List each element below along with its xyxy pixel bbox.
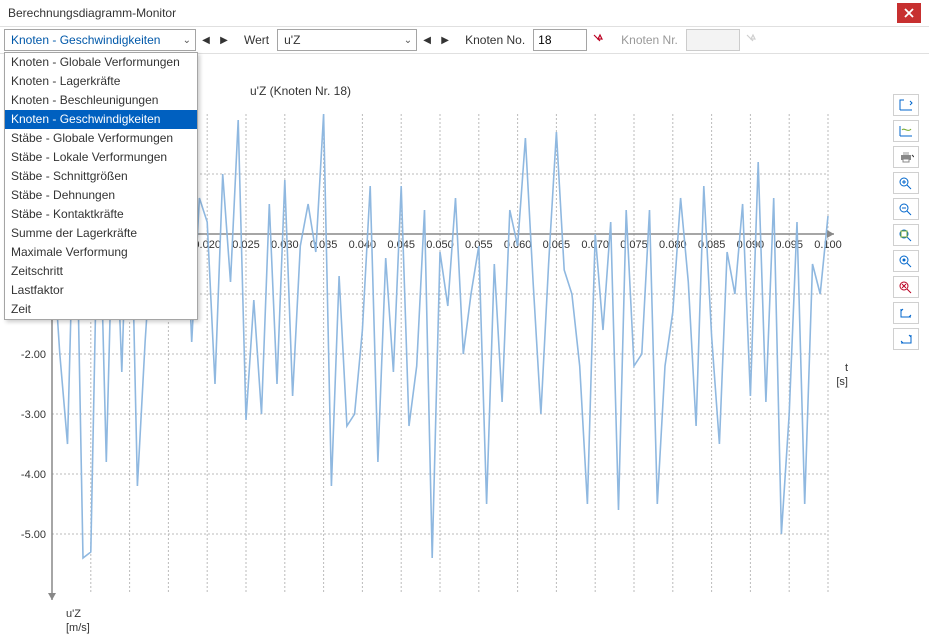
svg-text:0.025: 0.025 [232,239,260,251]
category-menu-item[interactable]: Knoten - Beschleunigungen [5,91,197,110]
svg-text:-2.00: -2.00 [21,349,46,361]
category-menu-item[interactable]: Knoten - Globale Verformungen [5,53,197,72]
node-no-label: Knoten No. [455,33,531,47]
category-menu-item[interactable]: Stäbe - Lokale Verformungen [5,148,197,167]
category-menu-item[interactable]: Lastfaktor [5,281,197,300]
value-label: Wert [234,33,275,47]
window-title: Berechnungsdiagramm-Monitor [8,6,176,20]
chart-tool-strip [893,94,923,350]
clear-button[interactable] [893,276,919,298]
zoom-in-button[interactable] [893,172,919,194]
svg-text:0.095: 0.095 [775,239,803,251]
chevron-down-icon: ⌄ [404,35,412,46]
category-menu-item[interactable]: Summe der Lagerkräfte [5,224,197,243]
category-menu-item[interactable]: Knoten - Lagerkräfte [5,72,197,91]
value-prev-button[interactable]: ◀ [419,29,435,51]
category-menu-item[interactable]: Stäbe - Schnittgrößen [5,167,197,186]
fit-x-button[interactable] [893,120,919,142]
svg-text:0.100: 0.100 [814,239,842,251]
svg-text:-5.00: -5.00 [21,529,46,541]
category-next-button[interactable]: ▶ [216,29,232,51]
value-dropdown[interactable]: u'Z ⌄ [277,29,417,51]
category-menu-item[interactable]: Knoten - Geschwindigkeiten [5,110,197,129]
value-next-button[interactable]: ▶ [437,29,453,51]
y-axis-label: u'Z [66,608,81,620]
print-button[interactable] [893,146,919,168]
category-dropdown-value: Knoten - Geschwindigkeiten [11,33,160,47]
zoom-out-button[interactable] [893,198,919,220]
chart-title: u'Z (Knoten Nr. 18) [250,84,351,98]
node-no-input[interactable] [533,29,587,51]
pick-node-button[interactable] [589,30,609,50]
x-axis-label: t [845,362,848,374]
category-prev-button[interactable]: ◀ [198,29,214,51]
svg-text:0.050: 0.050 [426,239,454,251]
svg-text:0.080: 0.080 [659,239,687,251]
x-axis-unit: [s] [836,376,848,388]
category-menu-item[interactable]: Stäbe - Dehnungen [5,186,197,205]
zoom-reset-button[interactable] [893,250,919,272]
bottom-left-button[interactable] [893,302,919,324]
category-menu-item[interactable]: Maximale Verformung [5,243,197,262]
main-toolbar: Knoten - Geschwindigkeiten ⌄ Knoten - Gl… [0,26,929,54]
chevron-down-icon: ⌄ [183,35,191,46]
pick-node-nr-button [742,30,762,50]
category-menu-item[interactable]: Zeitschritt [5,262,197,281]
svg-text:0.065: 0.065 [543,239,571,251]
svg-text:-4.00: -4.00 [21,469,46,481]
window-titlebar: Berechnungsdiagramm-Monitor [0,0,929,26]
category-menu-item[interactable]: Zeit [5,300,197,319]
category-menu-item[interactable]: Stäbe - Kontaktkräfte [5,205,197,224]
svg-text:0.045: 0.045 [387,239,415,251]
bottom-right-button[interactable] [893,328,919,350]
category-dropdown-menu: Knoten - Globale VerformungenKnoten - La… [4,52,198,320]
node-nr-label: Knoten Nr. [611,33,684,47]
category-dropdown[interactable]: Knoten - Geschwindigkeiten ⌄ Knoten - Gl… [4,29,196,51]
zoom-window-button[interactable] [893,224,919,246]
category-menu-item[interactable]: Stäbe - Globale Verformungen [5,129,197,148]
window-close-button[interactable] [897,3,921,23]
node-nr-input [686,29,740,51]
svg-text:0.030: 0.030 [271,239,299,251]
fit-xy-button[interactable] [893,94,919,116]
value-dropdown-value: u'Z [284,33,300,47]
svg-text:0.075: 0.075 [620,239,648,251]
svg-text:-3.00: -3.00 [21,409,46,421]
